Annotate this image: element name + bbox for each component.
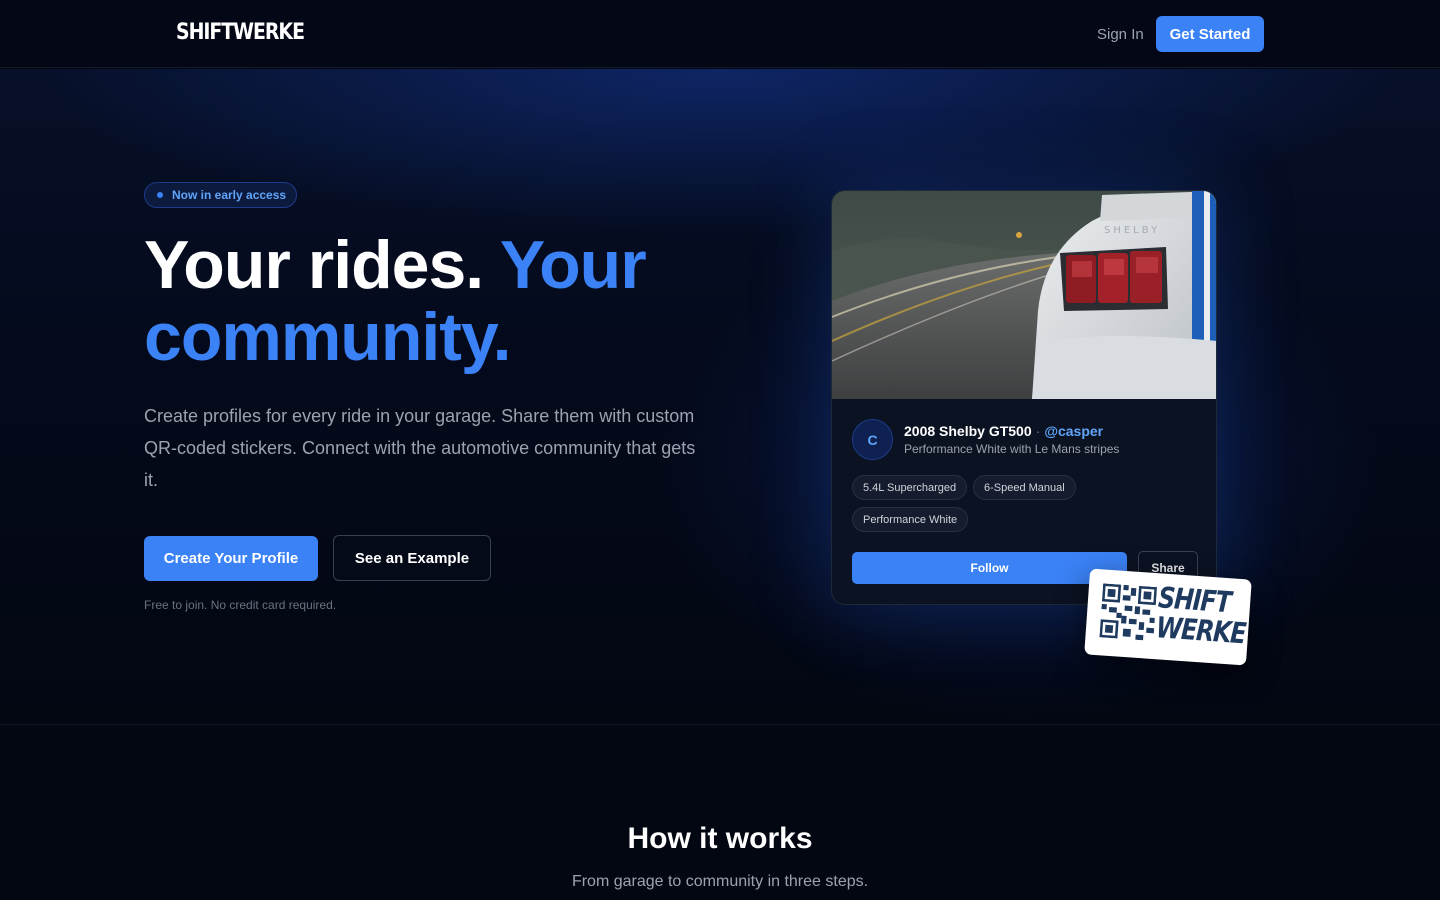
follow-button[interactable]: Follow xyxy=(852,552,1127,584)
spec-chip: Performance White xyxy=(852,507,969,532)
qr-code-icon xyxy=(1099,583,1158,641)
create-profile-button[interactable]: Create Your Profile xyxy=(144,536,318,581)
how-it-works-title: How it works xyxy=(627,822,813,855)
qr-sticker: SHIFT WERKE xyxy=(1084,568,1252,666)
title-separator: · xyxy=(1035,423,1041,439)
get-started-button[interactable]: Get Started xyxy=(1156,16,1264,52)
hero-subtitle: Create profiles for every ride in your g… xyxy=(144,406,696,490)
status-dot-icon xyxy=(157,192,163,198)
see-example-button[interactable]: See an Example xyxy=(333,535,491,581)
user-handle-link[interactable]: @casper xyxy=(1044,423,1103,439)
early-access-badge: Now in early access xyxy=(144,182,297,208)
sticker-line-2: WERKE xyxy=(1155,610,1247,651)
spec-chip: 5.4L Supercharged xyxy=(852,475,968,500)
profile-card-preview: SHELBY C 2008 Shelby GT500 · @casper Perfo… xyxy=(831,190,1217,605)
headline-white: Your rides. xyxy=(144,227,500,303)
fineprint: Free to join. No credit card required. xyxy=(144,598,337,612)
car-description: Performance White with Le Mans stripes xyxy=(904,442,1120,456)
car-name: 2008 Shelby GT500 xyxy=(904,423,1032,439)
car-photo: SHELBY xyxy=(832,191,1216,399)
how-it-works-subtitle: From garage to community in three steps. xyxy=(571,873,869,890)
car-title: 2008 Shelby GT500 · @casper xyxy=(904,423,1103,439)
brand-logo[interactable]: SHIFTWERKE xyxy=(176,20,305,45)
badge-label: Now in early access xyxy=(172,188,287,202)
hero-headline: Your rides. Your community. xyxy=(144,229,784,373)
svg-text:SHELBY: SHELBY xyxy=(1104,225,1160,236)
sign-in-link[interactable]: Sign In xyxy=(1097,26,1144,43)
avatar[interactable]: C xyxy=(852,419,893,460)
hero-section: Now in early access Your rides. Your com… xyxy=(0,69,1440,725)
spec-chip: 6-Speed Manual xyxy=(973,475,1076,500)
top-nav: SHIFTWERKE Sign In Get Started xyxy=(0,0,1440,68)
sticker-logo: SHIFT WERKE xyxy=(1155,580,1248,651)
